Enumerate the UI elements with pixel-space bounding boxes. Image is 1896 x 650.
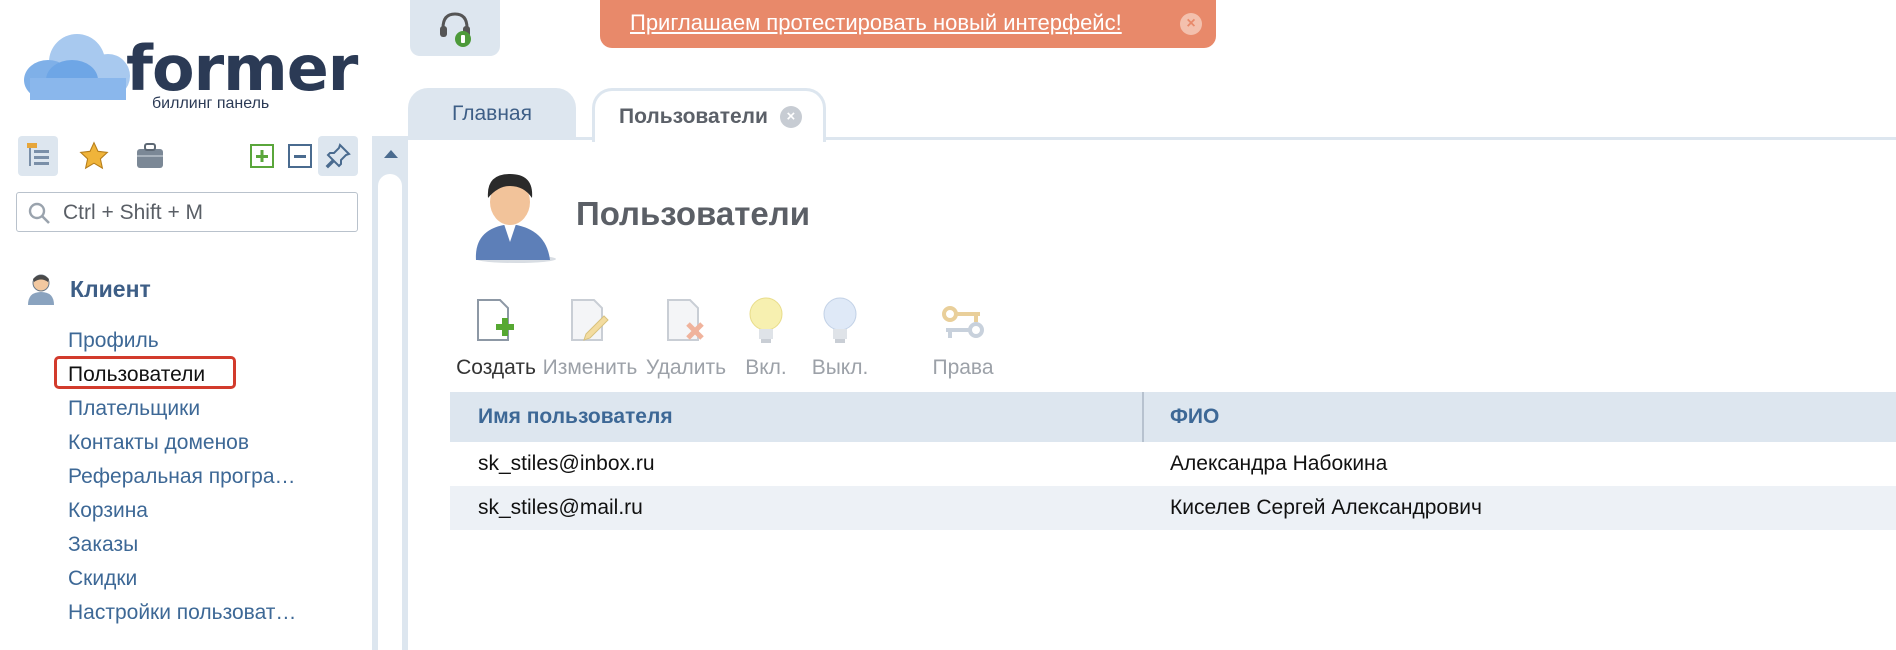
edit-button[interactable]: Изменить: [543, 292, 637, 380]
cell-fullname: Александра Набокина: [1170, 452, 1388, 475]
minus-box-icon: [288, 144, 312, 168]
tab-bar: Главная Пользователи ×: [408, 88, 1896, 142]
create-label: Создать: [456, 356, 536, 379]
briefcase-button[interactable]: [130, 136, 170, 176]
search-input[interactable]: [61, 194, 353, 232]
selection-highlight: [54, 356, 236, 389]
column-header-username[interactable]: Имя пользователя: [478, 392, 673, 442]
expand-all-button[interactable]: [242, 136, 282, 176]
nav-section-client[interactable]: Клиент: [26, 272, 151, 306]
add-document-icon: [477, 299, 514, 341]
client-user-icon: [28, 274, 54, 305]
logo-wordmark: former: [126, 32, 358, 105]
delete-document-icon: [667, 299, 704, 341]
search-box: [16, 192, 358, 232]
nav-item-domain-contacts[interactable]: Контакты доменов: [68, 426, 296, 460]
edit-label: Изменить: [542, 356, 638, 379]
column-separator[interactable]: [1142, 392, 1144, 442]
tab-users-label: Пользователи: [619, 104, 768, 128]
create-button[interactable]: Создать: [456, 292, 536, 380]
rights-label: Права: [932, 356, 994, 379]
disable-button[interactable]: Выкл.: [808, 292, 872, 380]
nav-item-discounts[interactable]: Скидки: [68, 562, 296, 596]
main-content: Пользователи Создать Изменить Удалить Вк…: [408, 140, 1896, 650]
favorites-button[interactable]: [74, 136, 114, 176]
sidebar: former биллинг панель Ctrl + Shift + M К…: [0, 0, 372, 650]
column-header-fullname[interactable]: ФИО: [1170, 392, 1219, 442]
tab-users[interactable]: Пользователи ×: [592, 88, 826, 142]
nav-item-referral[interactable]: Реферальная програ…: [68, 460, 296, 494]
nav-item-payers[interactable]: Плательщики: [68, 392, 296, 426]
table-row[interactable]: sk_stiles@mail.ru Киселев Сергей Алексан…: [450, 486, 1896, 530]
rights-button[interactable]: Права: [928, 292, 998, 380]
star-icon: [79, 141, 109, 170]
plus-box-icon: [250, 144, 274, 168]
nav-item-orders[interactable]: Заказы: [68, 528, 296, 562]
sidebar-toolbar: [18, 136, 358, 176]
logo-subtitle: биллинг панель: [152, 95, 270, 112]
banner-link[interactable]: Приглашаем протестировать новый интерфей…: [630, 10, 1122, 36]
briefcase-icon: [137, 143, 163, 168]
pin-button[interactable]: [318, 136, 358, 176]
enable-label: Вкл.: [745, 356, 787, 379]
lightbulb-on-icon: [749, 297, 783, 343]
cloud-logo-icon: [24, 34, 130, 100]
table-row[interactable]: sk_stiles@inbox.ru Александра Набокина: [450, 442, 1896, 486]
cell-username: sk_stiles@mail.ru: [478, 496, 643, 519]
table-header: Имя пользователя ФИО: [450, 392, 1896, 442]
cell-fullname: Киселев Сергей Александрович: [1170, 496, 1482, 519]
nav-item-cart[interactable]: Корзина: [68, 494, 296, 528]
sidebar-scrollbar[interactable]: [372, 136, 408, 650]
delete-button[interactable]: Удалить: [646, 292, 726, 380]
scroll-track[interactable]: [378, 174, 402, 650]
enable-button[interactable]: Вкл.: [742, 292, 790, 380]
users-table: Имя пользователя ФИО sk_stiles@inbox.ru …: [450, 392, 1896, 530]
tab-close-icon[interactable]: ×: [779, 105, 802, 128]
edit-document-icon: [571, 299, 609, 341]
nav-item-user-settings[interactable]: Настройки пользоват…: [68, 596, 296, 630]
delete-label: Удалить: [645, 356, 727, 379]
collapse-all-button[interactable]: [280, 136, 320, 176]
headset-icon: [440, 12, 471, 47]
nav-section-label: Клиент: [70, 275, 151, 302]
cell-username: sk_stiles@inbox.ru: [478, 452, 655, 475]
lightbulb-off-icon: [823, 297, 857, 343]
tab-main-label: Главная: [452, 102, 532, 125]
banner-close-icon[interactable]: ×: [1180, 13, 1202, 35]
search-icon: [28, 202, 50, 224]
tree-icon: [27, 143, 49, 166]
disable-label: Выкл.: [811, 356, 869, 379]
tab-main[interactable]: Главная: [408, 88, 576, 140]
keys-icon: [942, 306, 984, 338]
scroll-up-arrow-icon[interactable]: [384, 150, 398, 158]
nav-item-profile[interactable]: Профиль: [68, 324, 296, 358]
new-interface-banner: Приглашаем протестировать новый интерфей…: [600, 0, 1216, 48]
support-button[interactable]: [410, 0, 500, 56]
users-page-icon: [475, 174, 556, 263]
tree-view-button[interactable]: [18, 136, 58, 176]
pin-icon: [325, 143, 351, 169]
page-title: Пользователи: [576, 195, 811, 232]
